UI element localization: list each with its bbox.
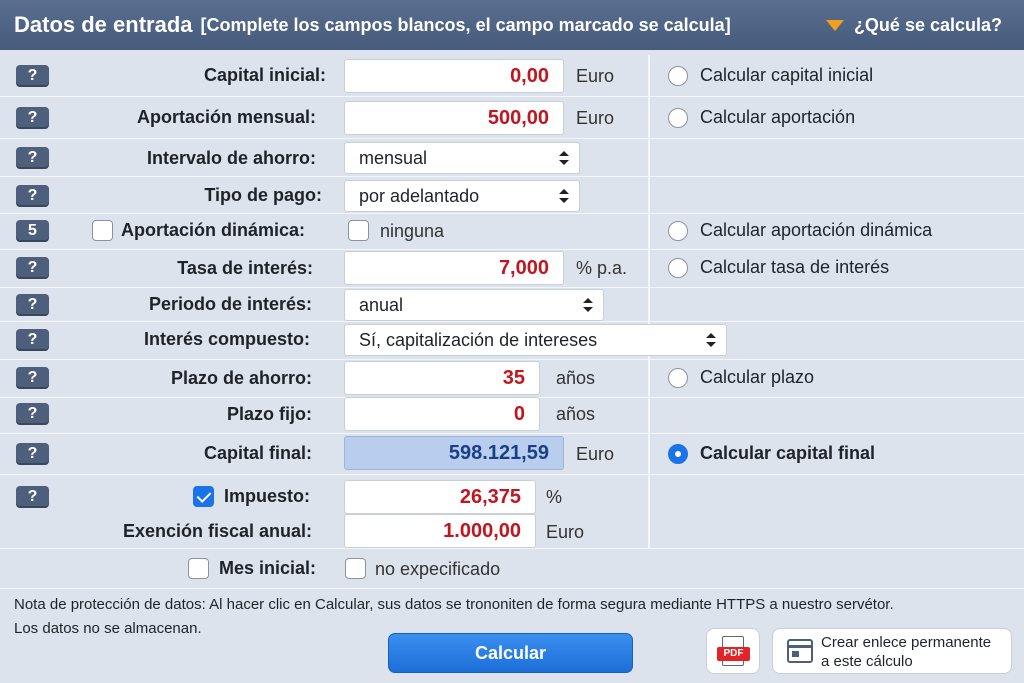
no-especificado-checkbox[interactable] [345,558,366,579]
help-button-plazo[interactable]: ? [16,367,49,389]
calcular-button[interactable]: Calcular [388,633,633,673]
permalink-label-line1: Crear enlece permanente [821,634,992,651]
mes-inicial-checkbox[interactable] [188,558,209,579]
intervalo-label: Intervalo de ahorro: [146,148,316,168]
privacy-note-line1: Nota de protección de datos: Al hacer cl… [14,596,894,613]
row-mes-inicial [0,549,1024,589]
permalink-label-line2: a este cálculo [821,653,913,670]
tipo-pago-select[interactable]: por adelantado [344,180,580,212]
browser-window-icon [787,639,813,663]
capital-inicial-label: Capital inicial: [203,65,326,85]
radio-label-tasa: Calcular tasa de interés [700,257,890,277]
compuesto-label: Interés compuesto: [143,329,310,349]
privacy-note-line2: Los datos no se almacenan. [14,620,202,637]
impuesto-checkbox[interactable] [193,486,214,507]
intervalo-selected: mensual [359,148,428,168]
dinamica-ninguna-checkbox[interactable] [348,220,369,241]
compuesto-selected: Sí, capitalización de intereses [359,330,598,350]
mes-inicial-label: Mes inicial: [219,558,317,578]
plazo-unit: años [556,368,596,388]
impuesto-unit: % [546,487,563,507]
capital-final-unit: Euro [576,444,615,464]
header-subtitle: [Complete los campos blancos, el campo m… [200,14,731,35]
dinamica-ninguna-label: ninguna [380,221,445,241]
header-title: Datos de entrada [14,12,193,37]
capital-inicial-unit: Euro [576,66,615,86]
periodo-select[interactable]: anual [344,289,604,321]
dinamica-label: Aportación dinámica: [121,220,306,240]
permalink-label: Crear enlece permanente a este cálculo [821,633,991,671]
help-button-compuesto[interactable]: ? [16,329,49,351]
what-is-calculated-label: ¿Qué se calcula? [853,14,1002,35]
radio-calcular-dinamica[interactable] [668,221,688,241]
help-button-plazo-fijo[interactable]: ? [16,403,49,425]
plazo-fijo-label: Plazo fijo: [227,404,312,424]
capital-final-label: Capital final: [203,443,312,463]
help-button-impuesto[interactable]: ? [16,486,49,508]
tasa-label: Tasa de interés: [177,258,313,278]
radio-calcular-capital-final[interactable] [668,444,688,464]
periodo-label: Periodo de interés: [148,294,312,314]
tasa-input[interactable]: 7,000 [344,251,564,285]
help-button-capital-inicial[interactable]: ? [16,65,49,87]
calcular-button-label: Calcular [474,642,547,663]
radio-label-dinamica: Calcular aportación dinámica [700,220,933,240]
capital-final-output: 598.121,59 [344,436,564,470]
header-bar: Datos de entrada [Complete los campos bl… [0,0,1024,50]
help-button-dinamica[interactable]: 5 [16,220,49,242]
triangle-down-icon [825,19,844,31]
plazo-label: Plazo de ahorro: [170,368,312,388]
radio-label-capital-inicial: Calcular capital inicial [700,65,874,85]
radio-label-capital-final: Calcular capital final [700,443,876,463]
pdf-button[interactable]: PDF [706,628,760,674]
impuesto-input[interactable]: 26,375 [344,480,536,514]
tipo-pago-label: Tipo de pago: [204,185,322,205]
plazo-input[interactable]: 35 [344,361,540,395]
help-button-capital-final[interactable]: ? [16,443,49,465]
radio-label-aportacion: Calcular aportación [700,107,856,127]
exencion-label: Exención fiscal anual: [122,521,312,541]
permalink-button[interactable]: Crear enlece permanente a este cálculo [772,628,1012,674]
what-is-calculated-toggle[interactable]: ¿Qué se calcula? [825,0,1002,50]
tasa-unit: % p.a. [576,258,628,278]
no-especificado-label: no expecificado [375,559,501,579]
aportacion-label: Aportación mensual: [136,107,316,127]
radio-calcular-capital-inicial[interactable] [668,66,688,86]
select-arrows-icon [706,333,716,347]
pdf-icon-label: PDF [717,647,750,661]
impuesto-label: Impuesto: [224,486,311,506]
select-arrows-icon [559,151,569,165]
compuesto-select[interactable]: Sí, capitalización de intereses [344,324,727,356]
exencion-input[interactable]: 1.000,00 [344,514,536,548]
capital-inicial-input[interactable]: 0,00 [344,59,564,93]
aportacion-unit: Euro [576,108,615,128]
select-arrows-icon [559,189,569,203]
periodo-selected: anual [359,295,404,315]
radio-calcular-tasa[interactable] [668,258,688,278]
radio-calcular-aportacion[interactable] [668,108,688,128]
help-button-aportacion[interactable]: ? [16,107,49,129]
radio-calcular-plazo[interactable] [668,368,688,388]
intervalo-select[interactable]: mensual [344,142,580,174]
dinamica-checkbox[interactable] [92,220,113,241]
help-button-tipo-pago[interactable]: ? [16,185,49,207]
plazo-fijo-unit: años [556,404,596,424]
tipo-pago-selected: por adelantado [359,186,480,206]
plazo-fijo-input[interactable]: 0 [344,397,540,431]
aportacion-input[interactable]: 500,00 [344,101,564,135]
radio-label-plazo: Calcular plazo [700,367,815,387]
help-button-periodo[interactable]: ? [16,294,49,316]
exencion-unit: Euro [546,522,585,542]
help-button-intervalo[interactable]: ? [16,147,49,169]
help-button-tasa[interactable]: ? [16,257,49,279]
select-arrows-icon [583,298,593,312]
